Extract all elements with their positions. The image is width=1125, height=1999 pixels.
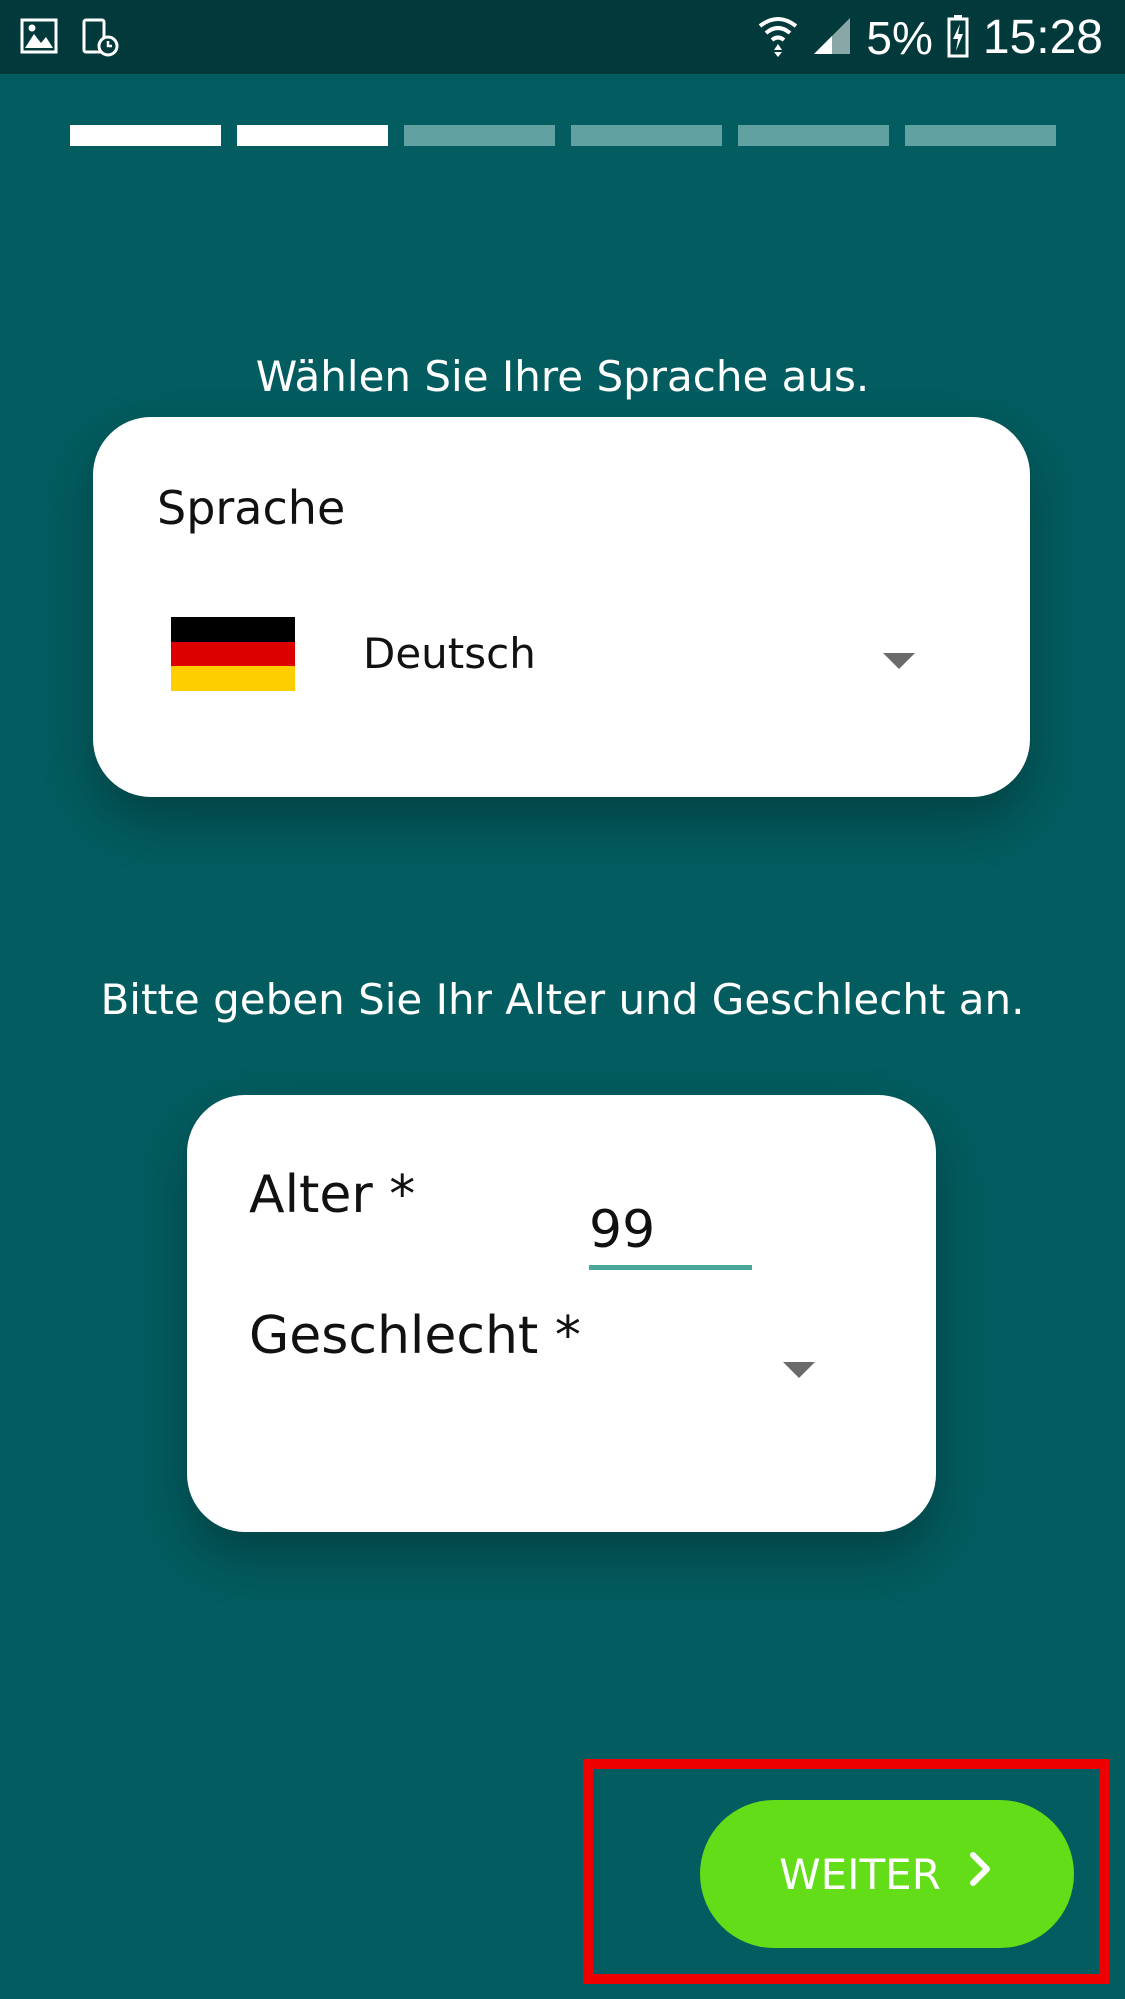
language-prompt: Wählen Sie Ihre Sprache aus. — [255, 352, 870, 401]
germany-flag-icon — [171, 617, 295, 692]
next-button[interactable]: WEITER — [700, 1800, 1074, 1948]
demographics-card: Alter * Geschlecht * — [187, 1095, 936, 1532]
screenshot-timer-icon — [80, 18, 120, 62]
language-card: Sprache Deutsch — [93, 417, 1030, 797]
progress-segment — [237, 125, 388, 146]
gender-dropdown[interactable]: Geschlecht * — [187, 1290, 936, 1450]
signal-icon — [812, 16, 852, 60]
gallery-icon — [20, 18, 58, 62]
battery-charging-icon — [947, 14, 969, 62]
progress-segment — [905, 125, 1056, 146]
progress-segment — [70, 125, 221, 146]
language-label: Sprache — [157, 481, 346, 535]
status-bar: 5% 15:28 — [0, 0, 1125, 74]
progress-indicator — [70, 125, 1056, 146]
language-dropdown[interactable]: Deutsch — [93, 587, 1030, 727]
progress-segment — [404, 125, 555, 146]
progress-segment — [571, 125, 722, 146]
caret-down-icon — [783, 1362, 815, 1378]
next-button-label: WEITER — [779, 1849, 941, 1899]
battery-percentage: 5% — [866, 12, 933, 64]
age-label: Alter * — [249, 1165, 416, 1225]
caret-down-icon — [883, 653, 915, 669]
age-input[interactable] — [589, 1195, 752, 1270]
gender-label: Geschlecht * — [249, 1306, 581, 1366]
chevron-right-icon — [965, 1849, 995, 1899]
clock-time: 15:28 — [982, 11, 1103, 64]
age-gender-prompt: Bitte geben Sie Ihr Alter und Geschlecht… — [100, 975, 1025, 1024]
language-selected-value: Deutsch — [363, 629, 536, 678]
progress-segment — [738, 125, 889, 146]
wifi-icon — [758, 14, 798, 62]
